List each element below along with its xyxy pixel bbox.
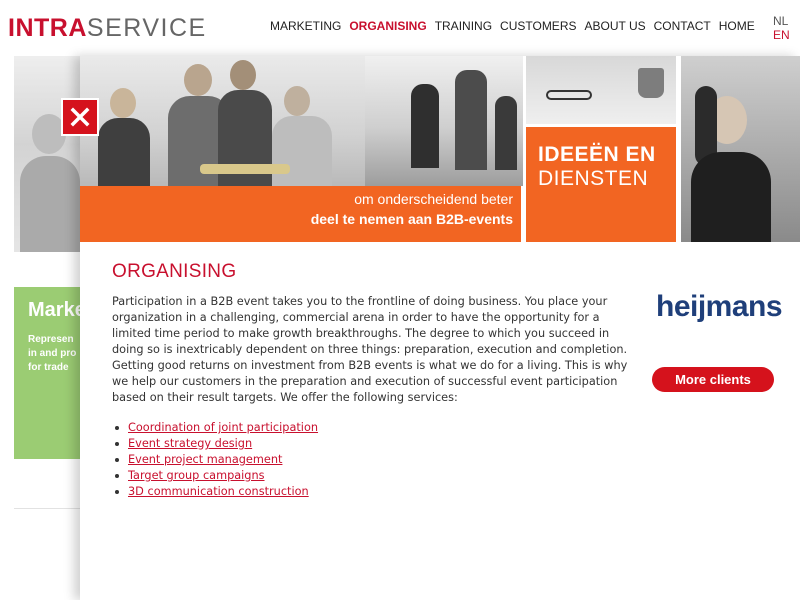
photo-smiling-woman (681, 56, 800, 242)
service-link-3d-construction[interactable]: 3D communication construction (128, 485, 309, 498)
page-title: ORGANISING (112, 261, 237, 282)
background-panel-text: Represen in and pro for trade (28, 334, 77, 373)
lang-nl[interactable]: NL (773, 14, 790, 28)
site-logo[interactable]: INTRASERVICE (8, 14, 207, 43)
service-link-strategy[interactable]: Event strategy design (128, 437, 252, 450)
banner-line-1: om onderscheidend beter (354, 191, 513, 207)
more-clients-button[interactable]: More clients (652, 367, 774, 392)
service-link-project-management[interactable]: Event project management (128, 453, 282, 466)
background-panel-title: Marke (28, 299, 80, 321)
list-item: Event project management (115, 452, 318, 468)
services-list: Coordination of joint participation Even… (115, 420, 318, 500)
close-icon (70, 107, 90, 127)
nav-organising[interactable]: ORGANISING (349, 19, 426, 33)
client-logo[interactable]: heijmans (656, 290, 783, 324)
nav-customers[interactable]: CUSTOMERS (500, 19, 576, 33)
divider (14, 508, 80, 509)
main-nav: MARKETING ORGANISING TRAINING CUSTOMERS … (270, 19, 763, 33)
intro-paragraph: Participation in a B2B event takes you t… (112, 295, 628, 404)
box-subtitle: DIENSTEN (538, 167, 649, 190)
photo-glasses-cup (526, 56, 676, 124)
nav-about-us[interactable]: ABOUT US (584, 19, 645, 33)
logo-light-text: SERVICE (86, 14, 207, 42)
nav-marketing[interactable]: MARKETING (270, 19, 341, 33)
nav-training[interactable]: TRAINING (435, 19, 492, 33)
banner-line-2: deel te nemen aan B2B-events (310, 211, 513, 227)
close-button[interactable] (61, 98, 99, 136)
tagline-banner: om onderscheidend beter deel te nemen aa… (80, 186, 521, 242)
nav-contact[interactable]: CONTACT (654, 19, 711, 33)
service-link-target-group[interactable]: Target group campaigns (128, 469, 265, 482)
list-item: Event strategy design (115, 436, 318, 452)
service-link-coordination[interactable]: Coordination of joint participation (128, 421, 318, 434)
photo-business-meeting (80, 56, 365, 186)
photo-walking-people (365, 56, 523, 186)
background-photo (14, 56, 80, 252)
background-marketing-panel: Marke Represen in and pro for trade (14, 287, 80, 459)
box-title: IDEEËN EN (538, 143, 656, 166)
list-item: 3D communication construction (115, 484, 318, 500)
ideas-services-box: IDEEËN EN DIENSTEN (526, 124, 676, 242)
list-item: Target group campaigns (115, 468, 318, 484)
lang-en[interactable]: EN (773, 28, 790, 42)
language-switcher: NL EN (773, 14, 790, 42)
list-item: Coordination of joint participation (115, 420, 318, 436)
logo-bold-text: INTRA (8, 14, 87, 42)
nav-home[interactable]: HOME (719, 19, 755, 33)
site-header: INTRASERVICE MARKETING ORGANISING TRAINI… (0, 0, 800, 56)
